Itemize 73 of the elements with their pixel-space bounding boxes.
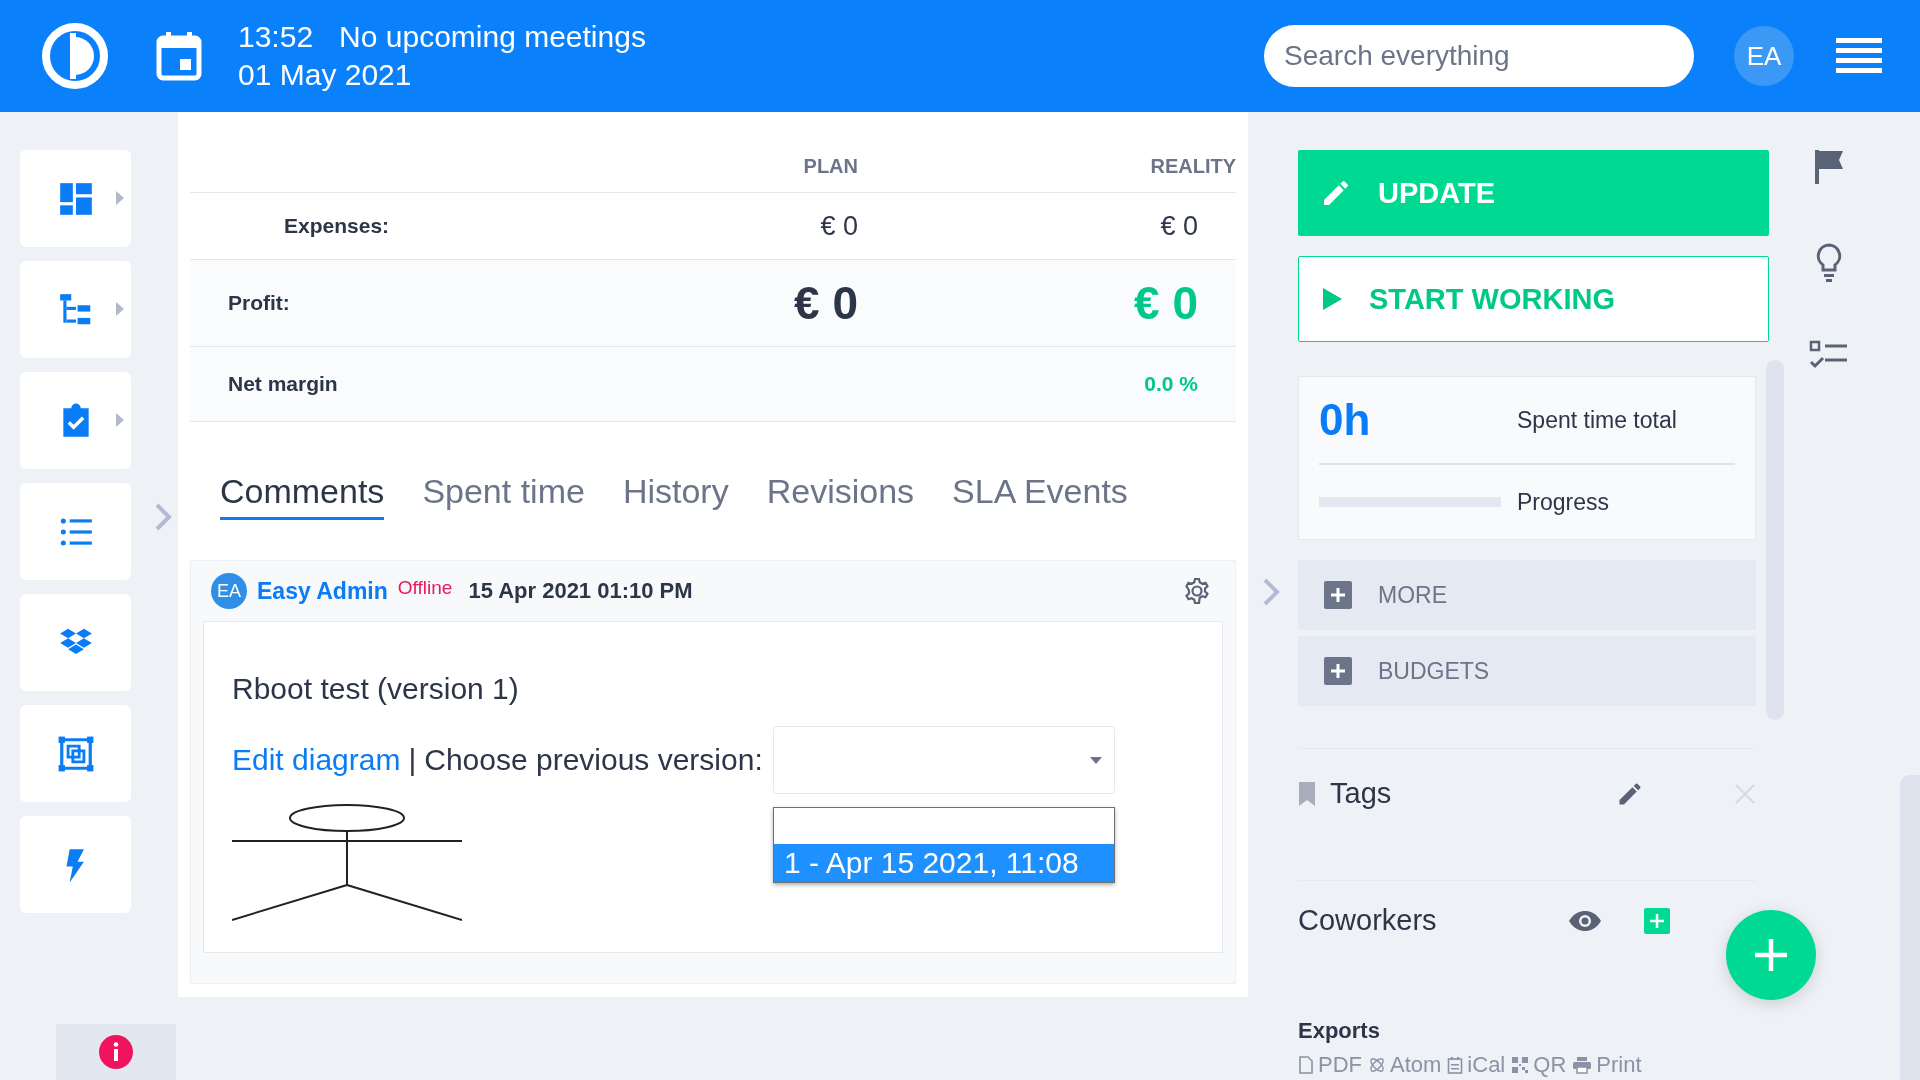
search-field[interactable]: Search everything [1264, 25, 1694, 87]
export-link[interactable]: PDF [1298, 1052, 1362, 1078]
export-link[interactable]: Atom [1368, 1052, 1442, 1078]
column-header: PLAN [695, 112, 858, 193]
export-link[interactable]: QR [1511, 1052, 1567, 1078]
progress-label: Progress [1517, 488, 1610, 516]
comment-date: 15 Apr 2021 01:10 PM [468, 578, 693, 604]
sidebar-item[interactable] [20, 705, 131, 802]
edit-diagram-link[interactable]: Edit diagram [232, 743, 401, 777]
reality-value: € 0 [858, 192, 1236, 260]
qr-code-icon [1511, 1056, 1530, 1074]
section-toggle[interactable]: MORE [1298, 560, 1756, 630]
diagram-icon [56, 734, 95, 773]
meetings-status: No upcoming meetings [339, 19, 646, 55]
plus-icon [1753, 937, 1789, 973]
lightbulb-icon[interactable] [1814, 242, 1844, 284]
tab[interactable]: Revisions [766, 472, 915, 520]
printer-icon [1572, 1056, 1593, 1074]
plus-box-icon [1324, 657, 1352, 685]
author-link[interactable]: Easy Admin [257, 577, 388, 605]
logo-icon [40, 21, 110, 91]
spent-time-label: Spent time total [1517, 406, 1677, 434]
diagram-title: Rboot test (version 1) [232, 672, 520, 706]
reality-value: € 0 [858, 259, 1236, 347]
clock-time: 13:52 [238, 19, 314, 55]
row-label: Expenses: [190, 192, 696, 260]
current-date: 01 May 2021 [238, 57, 413, 93]
sidebar-item[interactable] [20, 594, 131, 691]
sidebar-item[interactable] [20, 816, 131, 913]
spent-time-value: 0h [1319, 395, 1372, 445]
column-header: REALITY [858, 112, 1236, 193]
plan-value: € 0 [695, 192, 858, 260]
user-avatar[interactable]: EA [1734, 26, 1794, 86]
tab[interactable]: Spent time [422, 472, 585, 520]
tab[interactable]: SLA Events [952, 472, 1128, 520]
file-icon [1298, 1056, 1314, 1074]
calendar-icon [1447, 1056, 1464, 1074]
user-avatar: EA [211, 573, 247, 609]
calendar-icon[interactable] [156, 31, 202, 81]
separator-text: | [408, 743, 417, 777]
atom-icon [1368, 1056, 1386, 1074]
bookmark-icon [1298, 780, 1316, 807]
caret-right-icon [115, 190, 125, 206]
info-icon[interactable] [99, 1035, 133, 1069]
settings-icon[interactable] [1183, 577, 1211, 605]
sidebar-item[interactable] [20, 483, 131, 580]
row-label: Net margin [190, 346, 696, 422]
tab[interactable]: History [622, 472, 729, 520]
plus-box-icon [1324, 581, 1352, 609]
start-working-button[interactable]: START WORKING [1298, 256, 1769, 342]
export-link[interactable]: iCal [1447, 1052, 1506, 1078]
status-label: Offline [397, 577, 453, 599]
reality-value: 0.0 % [858, 346, 1236, 422]
sidebar-item[interactable] [20, 150, 131, 247]
menu-icon[interactable] [1836, 38, 1882, 74]
caret-down-icon [1089, 757, 1102, 764]
sidebar-item[interactable] [20, 372, 131, 469]
version-prompt: Choose previous version: [424, 743, 763, 777]
row-label: Profit: [190, 259, 696, 347]
plan-value: € 0 [695, 259, 858, 347]
sidebar-item[interactable] [20, 261, 131, 358]
export-link[interactable]: Print [1572, 1052, 1642, 1078]
exports-title: Exports [1298, 1018, 1381, 1044]
dropdown-option[interactable]: 1 - Apr 15 2021, 11:08 [774, 844, 1114, 882]
tab[interactable]: Comments [220, 472, 385, 520]
caret-right-icon [115, 301, 125, 317]
flag-icon[interactable] [1812, 148, 1846, 186]
eye-icon[interactable] [1568, 909, 1602, 932]
caret-right-icon [115, 412, 125, 428]
section-toggle[interactable]: BUDGETS [1298, 636, 1756, 706]
play-icon [1321, 287, 1343, 311]
widget-title: Tags [1330, 777, 1392, 810]
widget-title: Coworkers [1298, 904, 1437, 937]
